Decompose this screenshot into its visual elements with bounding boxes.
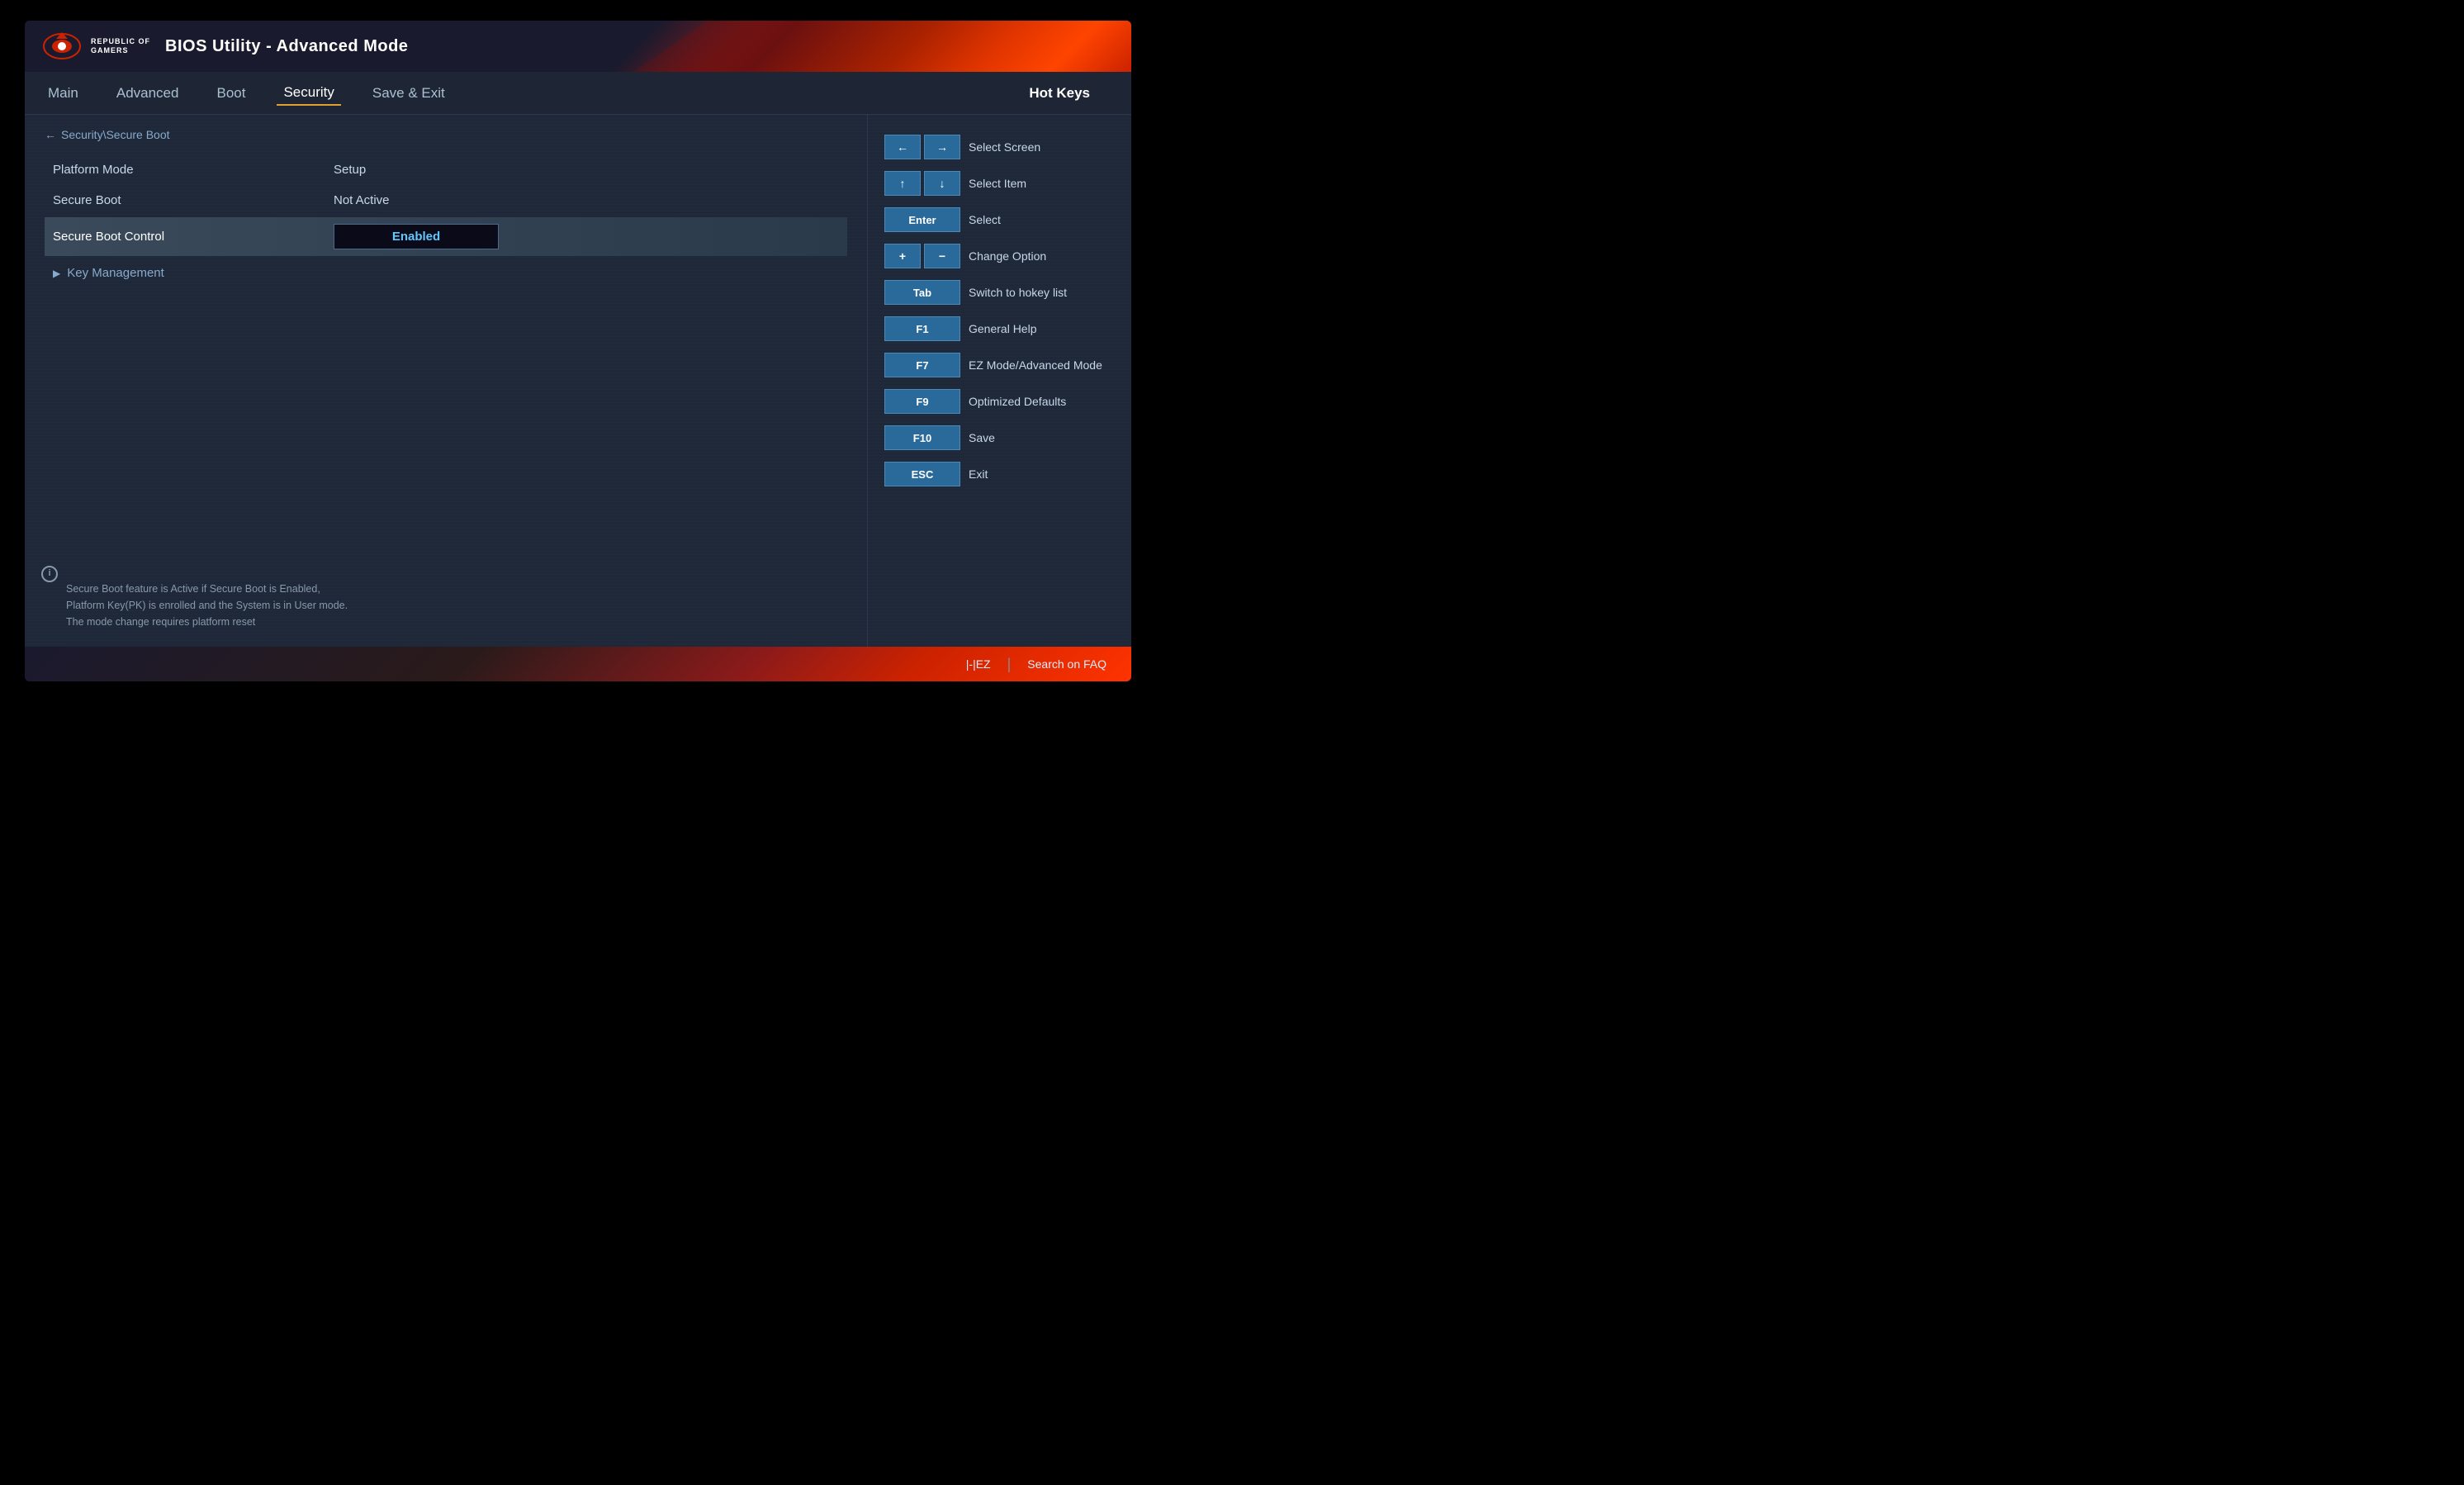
- secure-boot-label: Secure Boot: [53, 193, 334, 207]
- hotkey-enter-btn[interactable]: Enter: [884, 207, 960, 232]
- hotkey-f1-btn[interactable]: F1: [884, 316, 960, 341]
- info-box: i Secure Boot feature is Active if Secur…: [41, 564, 586, 630]
- hotkey-select-item: ↑ ↓ Select Item: [884, 171, 1115, 196]
- hotkey-select-screen-keys: ← →: [884, 135, 960, 159]
- key-management-row[interactable]: ▶ Key Management: [45, 259, 847, 287]
- secure-boot-control-dropdown[interactable]: Enabled: [334, 224, 499, 249]
- hotkey-f9-btn[interactable]: F9: [884, 389, 960, 414]
- header-bar: REPUBLIC OF GAMERS BIOS Utility - Advanc…: [25, 21, 1131, 72]
- hotkey-tab: Tab Switch to hokey list: [884, 280, 1115, 305]
- hotkey-f9: F9 Optimized Defaults: [884, 389, 1115, 414]
- hotkey-change-option-keys: + −: [884, 244, 960, 268]
- hotkey-enter-label: Select: [969, 213, 1001, 226]
- content-left: ← Security\Secure Boot Platform Mode Set…: [25, 115, 867, 647]
- secure-boot-value: Not Active: [334, 193, 390, 207]
- info-icon: i: [41, 566, 58, 582]
- hotkey-select-item-label: Select Item: [969, 177, 1026, 190]
- secure-boot-control-label: Secure Boot Control: [53, 230, 334, 244]
- ez-mode-link[interactable]: |-|EZ: [966, 657, 991, 671]
- key-management-label: Key Management: [67, 266, 164, 280]
- hotkey-f7-label: EZ Mode/Advanced Mode: [969, 358, 1102, 372]
- hotkey-plus-btn[interactable]: +: [884, 244, 921, 268]
- bottom-divider: |: [1007, 656, 1012, 673]
- hotkey-f7: F7 EZ Mode/Advanced Mode: [884, 353, 1115, 377]
- hotkey-right-arrow-btn[interactable]: →: [924, 135, 960, 159]
- hotkey-f7-btn[interactable]: F7: [884, 353, 960, 377]
- hotkey-f10-btn[interactable]: F10: [884, 425, 960, 450]
- hotkey-select-item-keys: ↑ ↓: [884, 171, 960, 196]
- search-faq-link[interactable]: Search on FAQ: [1027, 657, 1106, 671]
- hotkey-f10: F10 Save: [884, 425, 1115, 450]
- breadcrumb-path: Security\Secure Boot: [61, 128, 170, 141]
- hotkey-f1: F1 General Help: [884, 316, 1115, 341]
- hotkey-left-arrow-btn[interactable]: ←: [884, 135, 921, 159]
- hotkey-change-option: + − Change Option: [884, 244, 1115, 268]
- hotkey-f9-label: Optimized Defaults: [969, 395, 1066, 408]
- rog-logo: [41, 31, 83, 62]
- brand-text: REPUBLIC OF GAMERS: [91, 37, 150, 55]
- hotkey-esc-label: Exit: [969, 467, 988, 481]
- key-management-arrow: ▶: [53, 268, 60, 279]
- breadcrumb-back-arrow[interactable]: ←: [45, 128, 56, 141]
- hotkey-up-arrow-btn[interactable]: ↑: [884, 171, 921, 196]
- hotkey-minus-btn[interactable]: −: [924, 244, 960, 268]
- hotkey-select-screen: ← → Select Screen: [884, 135, 1115, 159]
- hotkey-down-arrow-btn[interactable]: ↓: [924, 171, 960, 196]
- hotkey-esc: ESC Exit: [884, 462, 1115, 486]
- nav-security[interactable]: Security: [277, 81, 340, 106]
- main-content: ← Security\Secure Boot Platform Mode Set…: [25, 115, 1131, 647]
- setting-row-platform-mode: Platform Mode Setup: [45, 156, 847, 183]
- platform-mode-value: Setup: [334, 163, 366, 177]
- bios-title: BIOS Utility - Advanced Mode: [165, 37, 408, 56]
- hotkey-tab-label: Switch to hokey list: [969, 286, 1067, 299]
- hotkey-f1-label: General Help: [969, 322, 1037, 335]
- logo-area: REPUBLIC OF GAMERS: [41, 31, 150, 62]
- nav-save-exit[interactable]: Save & Exit: [366, 82, 452, 105]
- hot-keys-label: Hot Keys: [1029, 85, 1090, 102]
- nav-boot[interactable]: Boot: [210, 82, 252, 105]
- info-text: Secure Boot feature is Active if Secure …: [66, 564, 348, 630]
- hotkey-esc-btn[interactable]: ESC: [884, 462, 960, 486]
- hotkeys-panel: ← → Select Screen ↑ ↓ Select Item Enter: [867, 115, 1131, 647]
- hotkey-select-screen-label: Select Screen: [969, 140, 1040, 154]
- nav-main[interactable]: Main: [41, 82, 85, 105]
- setting-row-secure-boot-control[interactable]: Secure Boot Control Enabled: [45, 217, 847, 256]
- platform-mode-label: Platform Mode: [53, 163, 334, 177]
- breadcrumb: ← Security\Secure Boot: [45, 128, 847, 141]
- setting-row-secure-boot: Secure Boot Not Active: [45, 187, 847, 214]
- hotkey-tab-btn[interactable]: Tab: [884, 280, 960, 305]
- bottom-bar: |-|EZ | Search on FAQ: [25, 647, 1131, 681]
- hotkey-change-option-label: Change Option: [969, 249, 1046, 263]
- ez-label: |-|EZ: [966, 657, 991, 671]
- nav-advanced[interactable]: Advanced: [110, 82, 186, 105]
- hotkey-enter: Enter Select: [884, 207, 1115, 232]
- faq-label: Search on FAQ: [1027, 657, 1106, 671]
- nav-bar: Main Advanced Boot Security Save & Exit …: [25, 72, 1131, 115]
- hotkey-f10-label: Save: [969, 431, 995, 444]
